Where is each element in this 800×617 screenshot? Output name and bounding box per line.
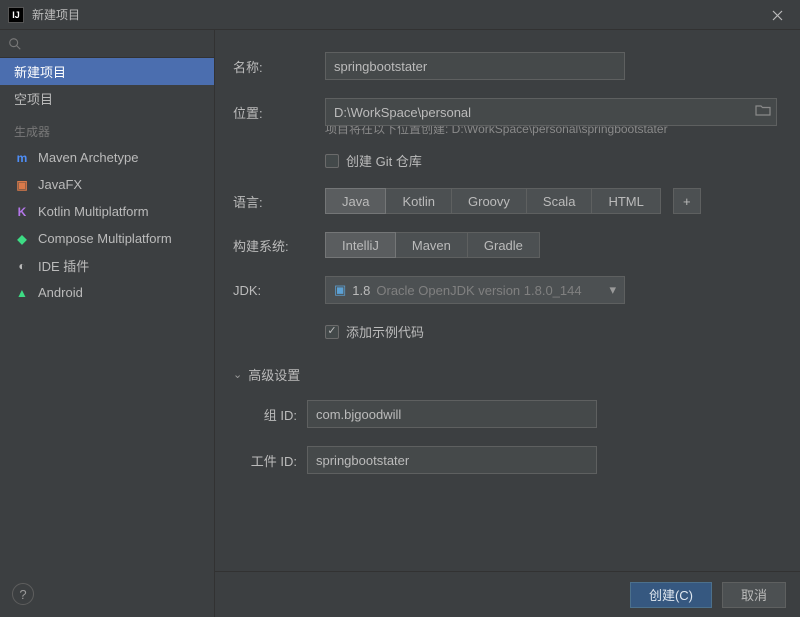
language-option-groovy[interactable]: Groovy: [452, 188, 527, 214]
sidebar-generator-4[interactable]: ◐ IDE 插件: [0, 252, 214, 279]
language-option-html[interactable]: HTML: [592, 188, 660, 214]
language-option-kotlin[interactable]: Kotlin: [386, 188, 452, 214]
generator-icon: K: [14, 205, 30, 219]
location-input[interactable]: [325, 98, 777, 126]
create-button[interactable]: 创建(C): [630, 582, 712, 608]
generator-icon: m: [14, 151, 30, 165]
cancel-button[interactable]: 取消: [722, 582, 786, 608]
titlebar: IJ 新建项目: [0, 0, 800, 30]
sidebar-generator-5[interactable]: ▲ Android: [0, 279, 214, 306]
sample-code-checkbox[interactable]: 添加示例代码: [325, 322, 424, 341]
search-input[interactable]: [0, 30, 214, 58]
help-button[interactable]: ?: [12, 583, 34, 605]
sidebar-generator-3[interactable]: ◆ Compose Multiplatform: [0, 225, 214, 252]
add-language-button[interactable]: +: [673, 188, 701, 214]
git-checkbox[interactable]: 创建 Git 仓库: [325, 151, 422, 170]
sidebar-generator-0[interactable]: m Maven Archetype: [0, 144, 214, 171]
sample-code-label: 添加示例代码: [346, 322, 424, 341]
generator-icon: ▣: [14, 178, 30, 192]
build-option-intellij[interactable]: IntelliJ: [325, 232, 396, 258]
chevron-down-icon: ▾: [609, 282, 616, 298]
build-option-gradle[interactable]: Gradle: [468, 232, 540, 258]
close-button[interactable]: [755, 0, 800, 30]
jdk-label: JDK:: [233, 283, 325, 298]
sidebar-generator-1[interactable]: ▣ JavaFX: [0, 171, 214, 198]
sidebar-group-generators: 生成器: [0, 118, 214, 144]
sidebar: 新建项目空项目 生成器 m Maven Archetype ▣ JavaFX K Kotl…: [0, 30, 215, 617]
generator-icon: ◐: [14, 259, 30, 273]
search-icon: [8, 37, 22, 51]
browse-folder-icon[interactable]: [755, 103, 771, 120]
generator-label: Android: [38, 285, 83, 300]
generator-icon: ◆: [14, 232, 30, 246]
language-option-java[interactable]: Java: [325, 188, 386, 214]
chevron-down-icon: ⌄: [233, 368, 242, 381]
location-label: 位置:: [233, 103, 325, 122]
sidebar-generator-2[interactable]: K Kotlin Multiplatform: [0, 198, 214, 225]
generator-icon: ▲: [14, 286, 30, 300]
jdk-dropdown[interactable]: ▣ 1.8 Oracle OpenJDK version 1.8.0_144 ▾: [325, 276, 625, 304]
form-panel: 名称: 位置: 项目将在以下位置创建: D:\WorkSpace\persona…: [215, 30, 800, 617]
advanced-settings-toggle[interactable]: ⌄ 高级设置: [233, 365, 782, 384]
generator-label: Kotlin Multiplatform: [38, 204, 149, 219]
group-id-input[interactable]: [307, 400, 597, 428]
dialog-footer: 创建(C) 取消: [215, 571, 800, 617]
sidebar-item-0[interactable]: 新建项目: [0, 58, 214, 85]
generator-label: IDE 插件: [38, 256, 89, 275]
window-title: 新建项目: [32, 6, 80, 23]
generator-label: Maven Archetype: [38, 150, 138, 165]
name-input[interactable]: [325, 52, 625, 80]
language-label: 语言:: [233, 192, 325, 211]
artifact-id-label: 工件 ID:: [243, 451, 307, 470]
generator-label: JavaFX: [38, 177, 82, 192]
jdk-icon: ▣: [334, 282, 346, 298]
git-checkbox-label: 创建 Git 仓库: [346, 151, 422, 170]
language-option-scala[interactable]: Scala: [527, 188, 593, 214]
artifact-id-input[interactable]: [307, 446, 597, 474]
build-label: 构建系统:: [233, 236, 325, 255]
build-option-maven[interactable]: Maven: [396, 232, 468, 258]
name-label: 名称:: [233, 57, 325, 76]
group-id-label: 组 ID:: [243, 405, 307, 424]
app-icon: IJ: [8, 7, 24, 23]
sidebar-item-1[interactable]: 空项目: [0, 85, 214, 112]
generator-label: Compose Multiplatform: [38, 231, 172, 246]
